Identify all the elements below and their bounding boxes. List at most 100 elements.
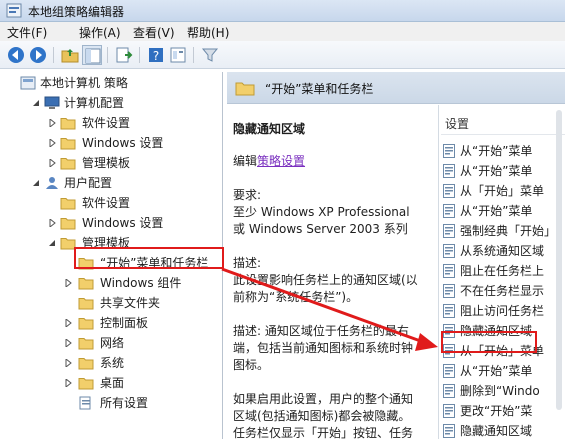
policy-setting-icon: [443, 204, 455, 218]
policy-setting-icon: [443, 304, 455, 318]
settings-list-item-label: 从“开始”菜单: [460, 164, 533, 178]
user-icon: [46, 177, 58, 189]
tree-label-user-config: 用户配置: [64, 176, 113, 190]
collapsed-triangle-icon[interactable]: [48, 219, 56, 227]
window-title: 本地组策略编辑器: [28, 5, 125, 19]
settings-list-item-label: 阻止在任务栏上: [460, 264, 545, 278]
folder-icon: [235, 82, 255, 96]
collapsed-triangle-icon[interactable]: [48, 119, 56, 127]
menu-action[interactable]: 操作(A): [79, 24, 121, 41]
tree-label: 所有设置: [100, 396, 149, 410]
folder-icon: [60, 158, 76, 170]
policy-setting-icon: [443, 424, 455, 438]
up-folder-icon[interactable]: [60, 45, 80, 65]
description2-line1: 描述: 通知区域位于任务栏的最右: [233, 324, 409, 338]
folder-icon: [60, 138, 76, 150]
collapsed-triangle-icon[interactable]: [64, 319, 72, 327]
collapsed-triangle-icon[interactable]: [64, 379, 72, 387]
enable-line3: 任务栏仅显示「开始」按钮、任务: [233, 426, 414, 439]
settings-list-item-label: 从“开始”菜单: [460, 364, 533, 378]
description-line2: 前称为“系统任务栏”)。: [233, 290, 359, 304]
edit-prefix: 编辑: [233, 154, 258, 168]
requirements-line1: 至少 Windows XP Professional: [233, 205, 410, 219]
column-header-setting[interactable]: 设置: [441, 113, 565, 135]
forward-arrow-icon[interactable]: [28, 45, 48, 65]
collapsed-triangle-icon[interactable]: [64, 339, 72, 347]
folder-icon: [78, 378, 94, 390]
detail-header: “开始”菜单和任务栏: [227, 72, 565, 104]
policy-setting-icon: [443, 164, 455, 178]
folder-icon: [78, 298, 94, 310]
show-hide-tree-icon[interactable]: [82, 45, 102, 65]
policy-setting-icon: [443, 144, 455, 158]
tree-label: 软件设置: [82, 196, 131, 210]
folder-icon: [78, 338, 94, 350]
enable-line1: 如果启用此设置，用户的整个通知: [233, 392, 414, 406]
detail-pane: “开始”菜单和任务栏 隐藏通知区域 编辑策略设置 要求: 至少 Windows …: [227, 72, 565, 439]
requirements-line2: 或 Windows Server 2003 系列: [233, 222, 408, 236]
properties-icon[interactable]: [168, 45, 188, 65]
back-arrow-icon[interactable]: [6, 45, 26, 65]
tree-label-computer-config: 计算机配置: [64, 96, 125, 110]
folder-icon: [60, 118, 76, 130]
menu-view[interactable]: 查看(V): [133, 24, 175, 41]
extended-description: 隐藏通知区域 编辑策略设置 要求: 至少 Windows XP Professi…: [227, 105, 434, 439]
setting-title: 隐藏通知区域: [233, 122, 306, 136]
collapsed-triangle-icon[interactable]: [48, 139, 56, 147]
toolbar-separator: [193, 47, 194, 63]
tree-label: Windows 设置: [82, 216, 164, 230]
settings-list-item-label: 从系统通知区域: [460, 244, 545, 258]
tree-label: Windows 设置: [82, 136, 164, 150]
description2-line3: 图标。: [233, 358, 270, 372]
tree-label: 网络: [100, 336, 125, 350]
menu-bar: 文件(F) 操作(A) 查看(V) 帮助(H): [0, 22, 565, 41]
toolbar-separator: [107, 47, 108, 63]
pane-divider[interactable]: [438, 105, 439, 439]
menu-file[interactable]: 文件(F): [7, 24, 47, 41]
description-line1: 此设置影响任务栏上的通知区域(以: [233, 273, 418, 287]
expanded-triangle-icon[interactable]: [32, 99, 40, 107]
settings-list-item-label: 不在任务栏显示: [460, 284, 545, 298]
expanded-triangle-icon[interactable]: [32, 179, 40, 187]
group-policy-app-icon: [6, 3, 22, 18]
requirements-label: 要求:: [233, 188, 262, 202]
svg-text:?: ?: [153, 49, 159, 63]
policy-setting-icon: [443, 184, 455, 198]
edit-policy-link[interactable]: 策略设置: [257, 154, 305, 168]
settings-list-item-label: 强制经典「开始」: [460, 224, 557, 238]
tree-label: 共享文件夹: [100, 296, 161, 310]
export-list-icon[interactable]: [114, 45, 134, 65]
settings-list-item-label: 从「开始」菜单: [460, 184, 545, 198]
policy-setting-icon: [443, 284, 455, 298]
filter-icon[interactable]: [200, 45, 220, 65]
tree-label: 控制面板: [100, 316, 149, 330]
toolbar: ?: [0, 41, 565, 69]
policy-setting-icon: [443, 264, 455, 278]
folder-icon: [60, 198, 76, 210]
policy-setting-icon: [443, 244, 455, 258]
tree-label: 软件设置: [82, 116, 131, 130]
enable-line2: 区域(包括通知图标)都会被隐藏。: [233, 409, 411, 423]
help-icon[interactable]: ?: [146, 45, 166, 65]
edit-line: 编辑策略设置: [233, 153, 431, 170]
toolbar-separator: [53, 47, 54, 63]
collapsed-triangle-icon[interactable]: [64, 279, 72, 287]
tree-label: 桌面: [100, 376, 125, 390]
policy-setting-icon: [443, 364, 455, 378]
computer-icon: [44, 96, 60, 109]
settings-list-item-label: 删除到“Windo: [460, 384, 540, 398]
tree-label: 系统: [100, 356, 125, 370]
list-scrollbar[interactable]: [556, 110, 562, 410]
list-item-highlight: [441, 331, 537, 353]
tree-label: Windows 组件: [100, 276, 182, 290]
menu-help[interactable]: 帮助(H): [187, 24, 229, 41]
collapsed-triangle-icon[interactable]: [48, 159, 56, 167]
folder-icon: [78, 278, 94, 290]
collapsed-triangle-icon[interactable]: [64, 359, 72, 367]
policy-setting-icon: [443, 224, 455, 238]
folder-icon: [78, 318, 94, 330]
settings-list-item-label: 从“开始”菜单: [460, 204, 533, 218]
expanded-triangle-icon[interactable]: [48, 239, 56, 247]
toolbar-separator: [139, 47, 140, 63]
settings-list-item-label: 阻止访问任务栏: [460, 304, 545, 318]
